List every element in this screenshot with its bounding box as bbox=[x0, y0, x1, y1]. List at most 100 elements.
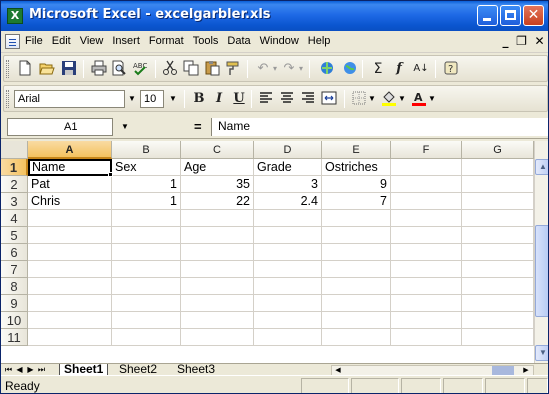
cell-a3[interactable]: Chris bbox=[28, 193, 112, 210]
cell-g8[interactable] bbox=[462, 278, 534, 295]
menu-tools[interactable]: Tools bbox=[193, 35, 219, 47]
cell-g7[interactable] bbox=[462, 261, 534, 278]
column-header-g[interactable]: G bbox=[462, 141, 534, 159]
format-painter-icon[interactable] bbox=[224, 60, 242, 78]
cut-icon[interactable] bbox=[161, 60, 179, 78]
cell-e1[interactable]: Ostriches bbox=[322, 159, 391, 176]
function-icon[interactable]: f bbox=[390, 60, 408, 78]
menu-data[interactable]: Data bbox=[227, 35, 250, 47]
cell-c6[interactable] bbox=[181, 244, 254, 261]
cell-d2[interactable]: 3 bbox=[254, 176, 322, 193]
cell-c3[interactable]: 22 bbox=[181, 193, 254, 210]
cell-c8[interactable] bbox=[181, 278, 254, 295]
vertical-scrollbar[interactable]: ▲ ▼ bbox=[534, 141, 548, 363]
font-color-dropdown-icon[interactable]: ▼ bbox=[426, 90, 438, 108]
cell-d3[interactable]: 2.4 bbox=[254, 193, 322, 210]
cell-d9[interactable] bbox=[254, 295, 322, 312]
cell-b4[interactable] bbox=[112, 210, 181, 227]
font-size-box[interactable]: 10 bbox=[140, 90, 164, 108]
row-header-5[interactable]: 5 bbox=[1, 227, 28, 244]
minimize-button[interactable] bbox=[477, 5, 498, 26]
cell-c1[interactable]: Age bbox=[181, 159, 254, 176]
sheet-tab-sheet1[interactable]: Sheet1 bbox=[59, 364, 109, 375]
column-header-b[interactable]: B bbox=[112, 141, 181, 159]
horizontal-scrollbar[interactable]: ◀ ▶ bbox=[331, 365, 534, 375]
cell-e2[interactable]: 9 bbox=[322, 176, 391, 193]
cell-f3[interactable] bbox=[391, 193, 462, 210]
cell-g1[interactable] bbox=[462, 159, 534, 176]
cell-a2[interactable]: Pat bbox=[28, 176, 112, 193]
hyperlink-icon[interactable] bbox=[318, 60, 336, 78]
sort-ascending-icon[interactable]: A↓ bbox=[411, 60, 431, 78]
previous-sheet-icon[interactable]: ◀ bbox=[14, 364, 25, 375]
first-sheet-icon[interactable]: ⏮ bbox=[3, 364, 14, 375]
cell-a1[interactable]: Name bbox=[28, 159, 112, 176]
cell-g10[interactable] bbox=[462, 312, 534, 329]
cell-c10[interactable] bbox=[181, 312, 254, 329]
toolbar-grip[interactable] bbox=[6, 90, 9, 108]
menu-format[interactable]: Format bbox=[149, 35, 184, 47]
name-box[interactable]: A1 bbox=[7, 118, 113, 136]
scroll-down-button[interactable]: ▼ bbox=[535, 345, 548, 361]
cell-f10[interactable] bbox=[391, 312, 462, 329]
column-header-a[interactable]: A bbox=[28, 141, 112, 159]
vertical-scroll-thumb[interactable] bbox=[535, 225, 548, 317]
cell-g3[interactable] bbox=[462, 193, 534, 210]
cell-b1[interactable]: Sex bbox=[112, 159, 181, 176]
underline-button[interactable]: U bbox=[230, 90, 248, 108]
align-right-icon[interactable] bbox=[299, 90, 317, 108]
cell-e9[interactable] bbox=[322, 295, 391, 312]
cell-b5[interactable] bbox=[112, 227, 181, 244]
autosum-icon[interactable]: Σ bbox=[369, 60, 387, 78]
merge-center-icon[interactable] bbox=[320, 90, 338, 108]
cell-b9[interactable] bbox=[112, 295, 181, 312]
sheet-tab-sheet2[interactable]: Sheet2 bbox=[115, 364, 161, 375]
scroll-right-button[interactable]: ▶ bbox=[520, 366, 532, 375]
cell-b11[interactable] bbox=[112, 329, 181, 346]
cell-d1[interactable]: Grade bbox=[254, 159, 322, 176]
cell-e6[interactable] bbox=[322, 244, 391, 261]
menu-edit[interactable]: Edit bbox=[52, 35, 71, 47]
cell-f2[interactable] bbox=[391, 176, 462, 193]
cell-a4[interactable] bbox=[28, 210, 112, 227]
maximize-button[interactable] bbox=[500, 5, 521, 26]
cell-e4[interactable] bbox=[322, 210, 391, 227]
cell-d8[interactable] bbox=[254, 278, 322, 295]
row-header-8[interactable]: 8 bbox=[1, 278, 28, 295]
fill-color-dropdown-icon[interactable]: ▼ bbox=[396, 90, 408, 108]
toolbar-grip[interactable] bbox=[6, 60, 9, 78]
cell-e5[interactable] bbox=[322, 227, 391, 244]
next-sheet-icon[interactable]: ▶ bbox=[25, 364, 36, 375]
cell-d6[interactable] bbox=[254, 244, 322, 261]
select-all-corner[interactable] bbox=[1, 141, 28, 159]
cell-c9[interactable] bbox=[181, 295, 254, 312]
print-icon[interactable] bbox=[90, 60, 108, 78]
cell-d10[interactable] bbox=[254, 312, 322, 329]
doc-close-button[interactable]: ✕ bbox=[532, 34, 547, 49]
menu-help[interactable]: Help bbox=[308, 35, 331, 47]
cell-c2[interactable]: 35 bbox=[181, 176, 254, 193]
cell-a11[interactable] bbox=[28, 329, 112, 346]
fill-handle[interactable] bbox=[108, 172, 113, 177]
menu-insert[interactable]: Insert bbox=[112, 35, 140, 47]
cell-d5[interactable] bbox=[254, 227, 322, 244]
paste-icon[interactable] bbox=[203, 60, 221, 78]
cell-a9[interactable] bbox=[28, 295, 112, 312]
column-header-c[interactable]: C bbox=[181, 141, 254, 159]
cell-c5[interactable] bbox=[181, 227, 254, 244]
cell-g2[interactable] bbox=[462, 176, 534, 193]
menu-file[interactable]: File bbox=[25, 35, 43, 47]
cell-d4[interactable] bbox=[254, 210, 322, 227]
cell-b8[interactable] bbox=[112, 278, 181, 295]
open-icon[interactable] bbox=[38, 60, 56, 78]
font-name-dropdown-icon[interactable]: ▼ bbox=[126, 90, 138, 108]
cell-f1[interactable] bbox=[391, 159, 462, 176]
cell-a6[interactable] bbox=[28, 244, 112, 261]
cell-b7[interactable] bbox=[112, 261, 181, 278]
doc-minimize-button[interactable]: _ bbox=[498, 34, 513, 49]
row-header-9[interactable]: 9 bbox=[1, 295, 28, 312]
formula-input[interactable]: Name bbox=[211, 118, 548, 136]
font-name-box[interactable]: Arial bbox=[14, 90, 125, 108]
cell-a7[interactable] bbox=[28, 261, 112, 278]
row-header-7[interactable]: 7 bbox=[1, 261, 28, 278]
